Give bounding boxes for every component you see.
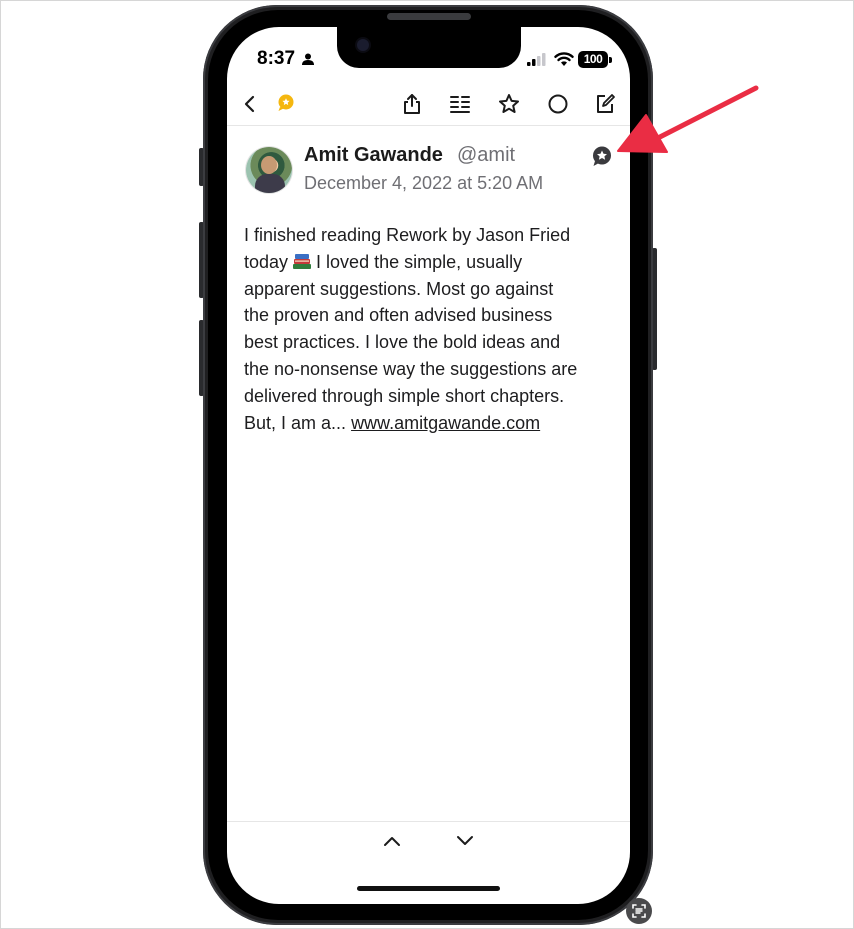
post-body-text: But, I am a...: [244, 412, 347, 433]
post-date: December 4, 2022 at 5:20 AM: [304, 173, 544, 193]
home-indicator[interactable]: [357, 886, 500, 891]
chevron-down-icon[interactable]: [455, 833, 475, 849]
star-icon[interactable]: [498, 93, 520, 115]
battery-nub: [609, 57, 612, 63]
toolbar-divider: [227, 125, 630, 126]
circle-icon[interactable]: [547, 93, 569, 115]
post-body: I finished reading Rework by Jason Fried…: [244, 222, 624, 436]
live-text-icon[interactable]: [626, 898, 652, 924]
avatar-head: [261, 156, 277, 174]
avatar[interactable]: [246, 147, 292, 193]
author-handle[interactable]: @amit: [457, 144, 515, 167]
post-body-line: the no-nonsense way the suggestions are: [244, 358, 578, 379]
post-body-line: today I loved the simple, usually: [244, 249, 624, 276]
person-icon: [302, 53, 314, 65]
post-body-line: apparent suggestions. Most go against: [244, 278, 554, 299]
star-bubble-icon[interactable]: [591, 145, 613, 167]
reader-icon[interactable]: [449, 93, 471, 115]
post-body-line: But, I am a... www.amitgawande.com: [244, 410, 624, 437]
post-link[interactable]: www.amitgawande.com: [351, 413, 540, 433]
live-text-glyph-icon: [632, 904, 646, 918]
cellular-signal-icon: [527, 53, 546, 66]
battery-indicator: 100: [578, 51, 608, 68]
post-body-line: delivered through simple short chapters.: [244, 385, 565, 406]
post-body-line: best practices. I love the bold ideas an…: [244, 332, 561, 353]
post-body-line: I finished reading Rework by Jason Fried: [244, 225, 571, 245]
chevron-up-icon[interactable]: [382, 833, 402, 849]
post-body-line: the proven and often advised business: [244, 305, 553, 326]
books-emoji-icon: [293, 253, 312, 269]
annotation-arrow: [617, 85, 759, 153]
front-camera: [357, 39, 369, 51]
share-icon[interactable]: [401, 93, 423, 115]
bottom-divider: [227, 821, 630, 822]
back-chevron-icon[interactable]: [239, 93, 261, 115]
author-name[interactable]: Amit Gawande: [304, 144, 443, 167]
phone-screen: 8:37 100 Amit Gawande @amit December 4, …: [227, 27, 630, 904]
conversation-bubble-icon[interactable]: [275, 91, 297, 113]
wifi-icon: [554, 52, 574, 66]
avatar-body: [255, 174, 285, 193]
status-time: 8:37: [257, 48, 296, 69]
post-body-text: I loved the simple, usually: [316, 251, 523, 272]
phone-speaker: [387, 13, 471, 20]
post-body-text: today: [244, 251, 289, 272]
